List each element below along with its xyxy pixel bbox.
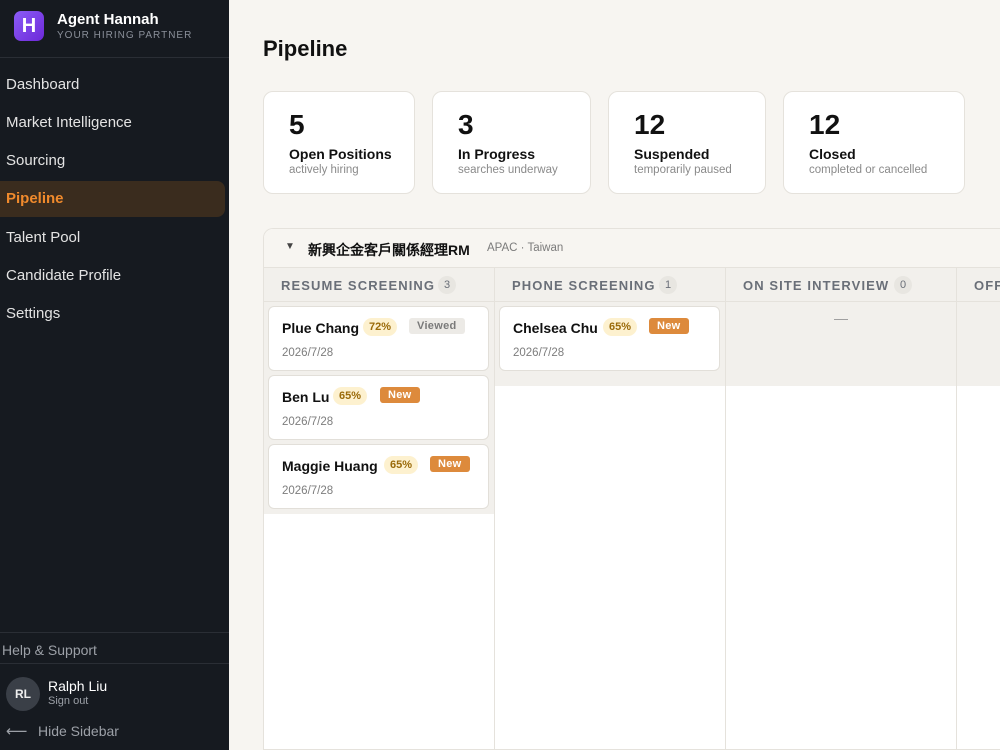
stat-subtitle: temporarily paused	[634, 164, 732, 176]
column-on-site-interview: ON SITE INTERVIEW 0 —	[726, 268, 957, 749]
candidate-date: 2026/7/28	[282, 416, 334, 428]
match-score-badge: 65%	[333, 387, 368, 405]
column-header: PHONE SCREENING 1	[495, 268, 725, 302]
position-title: 新興企金客戶關係經理RM	[308, 242, 470, 258]
user-name: Ralph Liu	[48, 678, 108, 694]
stat-value: 12	[634, 109, 666, 140]
help-support-link[interactable]: Help & Support	[2, 642, 97, 658]
column-title: RESUME SCREENING	[281, 278, 436, 293]
stat-subtitle: searches underway	[458, 164, 558, 176]
stat-value: 5	[289, 109, 305, 140]
column-body: Plue Chang 72% Viewed 2026/7/28 Ben Lu 6…	[264, 302, 494, 514]
sidebar-nav: Dashboard Market Intelligence Sourcing P…	[0, 66, 229, 334]
status-badge: Viewed	[409, 318, 465, 334]
candidate-card[interactable]: Plue Chang 72% Viewed 2026/7/28	[268, 306, 489, 371]
stat-label: Open Positions	[289, 146, 392, 162]
candidate-name: Maggie Huang	[282, 458, 378, 474]
column-title: ON SITE INTERVIEW	[743, 278, 890, 293]
sidebar-item-talent-pool[interactable]: Talent Pool	[0, 219, 225, 255]
match-score-badge: 72%	[363, 318, 398, 336]
sidebar-item-market-intelligence[interactable]: Market Intelligence	[0, 104, 225, 140]
candidate-date: 2026/7/28	[282, 347, 334, 359]
app-logo[interactable]: H	[14, 11, 44, 41]
column-phone-screening: PHONE SCREENING 1 Chelsea Chu 65% New 20…	[495, 268, 726, 749]
empty-placeholder: —	[834, 310, 848, 326]
match-score-badge: 65%	[384, 456, 419, 474]
candidate-card[interactable]: Maggie Huang 65% New 2026/7/28	[268, 444, 489, 509]
column-body: Chelsea Chu 65% New 2026/7/28	[495, 302, 725, 386]
sidebar-item-pipeline[interactable]: Pipeline	[0, 180, 225, 217]
stat-subtitle: completed or cancelled	[809, 164, 928, 176]
stat-card-suspended[interactable]: 12 Suspended temporarily paused	[608, 91, 766, 194]
match-score-badge: 65%	[603, 318, 638, 336]
page-title: Pipeline	[263, 36, 348, 61]
column-resume-screening: RESUME SCREENING 3 Plue Chang 72% Viewed…	[264, 268, 495, 749]
candidate-date: 2026/7/28	[513, 347, 565, 359]
column-header: OFF	[957, 268, 1000, 302]
stat-card-closed[interactable]: 12 Closed completed or cancelled	[783, 91, 965, 194]
column-body	[957, 302, 1000, 386]
sidebar-item-dashboard[interactable]: Dashboard	[0, 66, 225, 102]
stat-card-open-positions[interactable]: 5 Open Positions actively hiring	[263, 91, 415, 194]
column-offer: OFF	[957, 268, 1000, 749]
candidate-name: Chelsea Chu	[513, 320, 598, 336]
candidate-name: Plue Chang	[282, 320, 360, 336]
stat-label: Suspended	[634, 146, 710, 162]
column-count-badge: 1	[659, 276, 677, 294]
stat-card-in-progress[interactable]: 3 In Progress searches underway	[432, 91, 591, 194]
stat-subtitle: actively hiring	[289, 164, 359, 176]
column-header: RESUME SCREENING 3	[264, 268, 494, 302]
app-tagline: YOUR HIRING PARTNER	[57, 30, 193, 41]
position-group-header[interactable]: ▼ 新興企金客戶關係經理RM APAC · Taiwan	[264, 229, 1000, 268]
app-name: Agent Hannah	[57, 11, 159, 28]
column-header: ON SITE INTERVIEW 0	[726, 268, 956, 302]
avatar[interactable]: RL	[6, 677, 40, 711]
pipeline-board: ▼ 新興企金客戶關係經理RM APAC · Taiwan RESUME SCRE…	[263, 228, 1000, 750]
divider	[0, 632, 229, 633]
sidebar-item-settings[interactable]: Settings	[0, 296, 225, 332]
sidebar-item-sourcing[interactable]: Sourcing	[0, 143, 225, 179]
column-count-badge: 3	[438, 276, 456, 294]
position-location: APAC · Taiwan	[487, 242, 564, 254]
column-title: OFF	[974, 278, 1000, 293]
sidebar-item-candidate-profile[interactable]: Candidate Profile	[0, 257, 225, 293]
status-badge: New	[649, 318, 689, 334]
arrow-left-icon[interactable]: ⟵	[6, 722, 28, 740]
candidate-card[interactable]: Chelsea Chu 65% New 2026/7/28	[499, 306, 720, 371]
stat-label: In Progress	[458, 146, 536, 162]
candidate-date: 2026/7/28	[282, 485, 334, 497]
sidebar: H Agent Hannah YOUR HIRING PARTNER Dashb…	[0, 0, 229, 750]
stat-label: Closed	[809, 146, 856, 162]
candidate-name: Ben Lu	[282, 389, 330, 405]
column-count-badge: 0	[894, 276, 912, 294]
candidate-card[interactable]: Ben Lu 65% New 2026/7/28	[268, 375, 489, 440]
stat-value: 12	[809, 109, 841, 140]
hide-sidebar-button[interactable]: Hide Sidebar	[38, 723, 119, 739]
status-badge: New	[380, 387, 420, 403]
collapse-caret-icon[interactable]: ▼	[285, 241, 295, 252]
sign-out-link[interactable]: Sign out	[48, 695, 88, 707]
status-badge: New	[430, 456, 470, 472]
column-title: PHONE SCREENING	[512, 278, 656, 293]
column-body: —	[726, 302, 956, 386]
stat-value: 3	[458, 109, 474, 140]
divider	[0, 663, 229, 664]
brand: H Agent Hannah YOUR HIRING PARTNER	[0, 0, 229, 58]
